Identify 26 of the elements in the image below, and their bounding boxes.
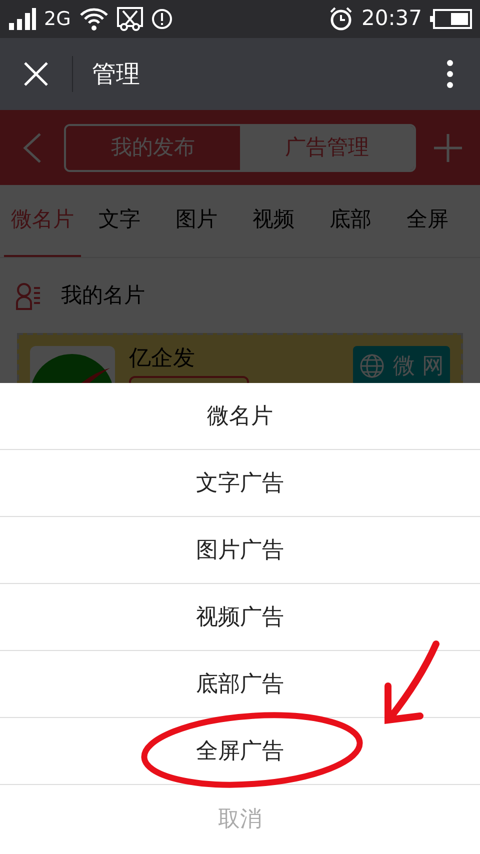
network-type: 2G — [44, 6, 71, 32]
page-title: 管理 — [92, 59, 140, 90]
battery-icon — [430, 8, 472, 30]
category-tab[interactable]: 文字 — [81, 185, 158, 257]
clock-time: 20:37 — [361, 5, 422, 32]
more-icon — [446, 59, 454, 89]
sheet-option[interactable]: 文字广告 — [0, 450, 480, 517]
sheet-option[interactable]: 微名片 — [0, 383, 480, 450]
sheet-option[interactable]: 视频广告 — [0, 584, 480, 651]
sheet-option[interactable]: 底部广告 — [0, 651, 480, 718]
category-tab[interactable]: 底部 — [312, 185, 389, 257]
company-name: 亿企发 — [129, 348, 196, 370]
badge-text: 微 网 — [393, 352, 444, 380]
sheet-option[interactable]: 图片广告 — [0, 517, 480, 584]
alarm-icon — [329, 7, 354, 31]
category-tab[interactable]: 视频 — [235, 185, 312, 257]
signal-icon — [8, 7, 36, 31]
section-title: 我的名片 — [61, 282, 145, 309]
wifi-icon — [78, 7, 109, 31]
scissors-icon — [116, 7, 143, 31]
alert-icon — [150, 8, 173, 30]
sheet-option[interactable]: 全屏广告 — [0, 718, 480, 785]
category-tab[interactable]: 全屏 — [389, 185, 466, 257]
close-icon — [23, 61, 49, 87]
category-tab[interactable]: 图片 — [158, 185, 235, 257]
cancel-button[interactable]: 取消 — [0, 785, 480, 854]
